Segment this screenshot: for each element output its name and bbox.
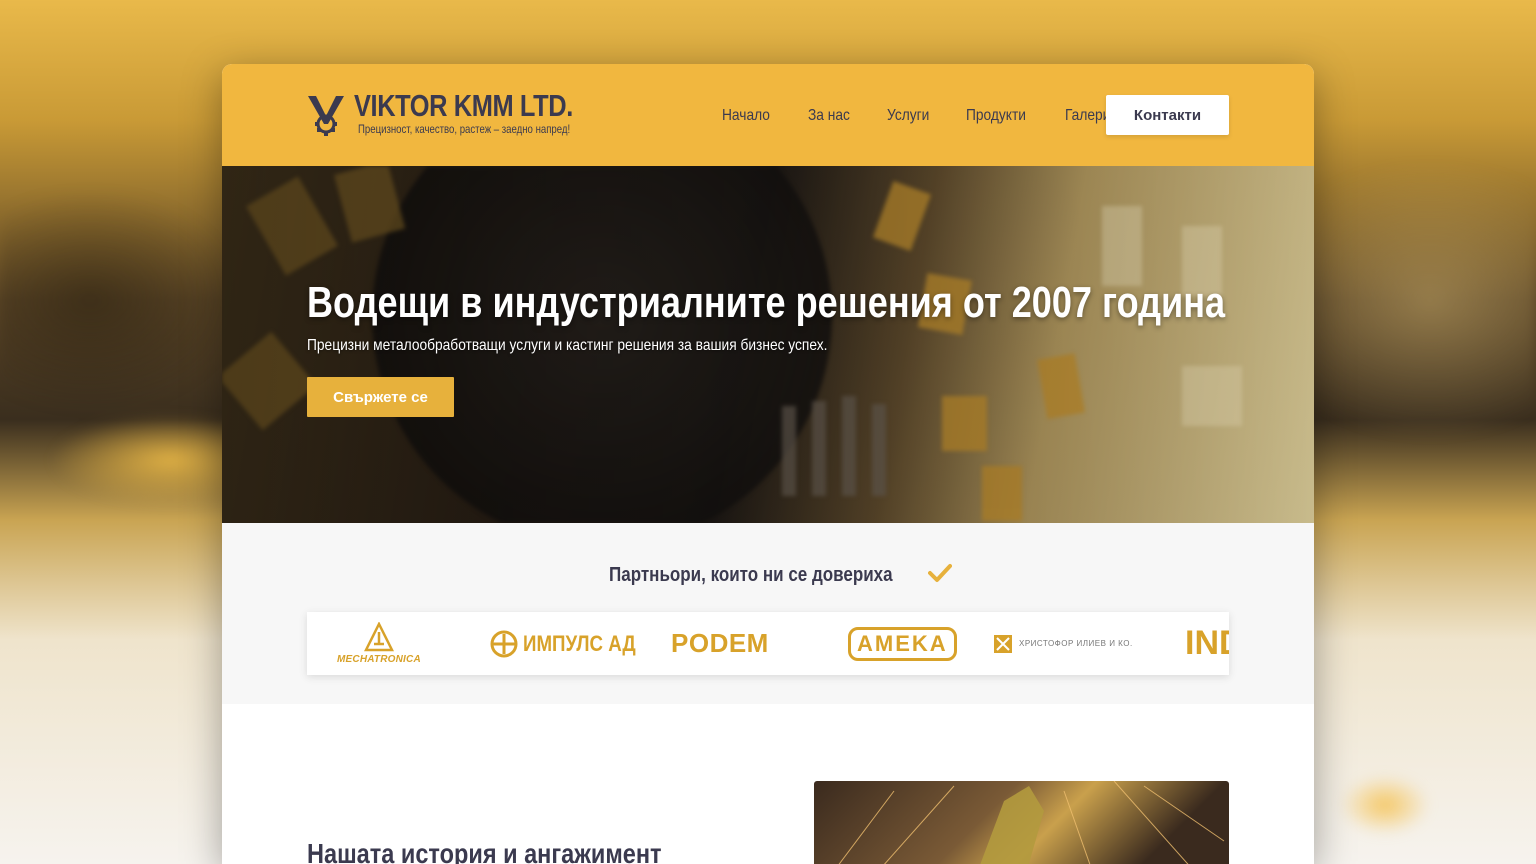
partner-logo-impuls[interactable]: ИМПУЛС АД: [489, 612, 656, 675]
hero-title: Водещи в индустриалните решения от 2007 …: [307, 278, 1226, 327]
brand-logo[interactable]: VIKTOR KMM LTD. Прецизност, качество, ра…: [306, 90, 623, 136]
partner-logo-mechatronica[interactable]: MECHATRONICA: [337, 612, 421, 675]
main-nav: Начало За нас Услуги Продукти Галерия: [722, 107, 1157, 125]
impuls-text: ИМПУЛС АД: [523, 630, 636, 656]
sparks-illustration: [838, 781, 1225, 864]
contact-us-button[interactable]: Свържете се: [307, 377, 454, 417]
contacts-button[interactable]: Контакти: [1106, 95, 1229, 135]
partner-logo-carousel[interactable]: MECHATRONICA ИМПУЛС АД PODEM AMEKA ХРИСТ…: [307, 612, 1229, 675]
ameka-text: AMEKA: [848, 626, 957, 661]
nav-products[interactable]: Продукти: [966, 107, 1026, 125]
partners-title: Партньори, които ни се довериха: [609, 564, 893, 586]
gear-logo-icon: [308, 96, 344, 136]
partner-logo-podem[interactable]: PODEM: [671, 612, 769, 675]
hristofor-emblem-icon: [994, 634, 1012, 653]
story-section: Нашата история и ангажимент: [222, 704, 1314, 864]
impuls-emblem-icon: [490, 630, 518, 657]
hero-subtitle: Прецизни металообработващи услуги и каст…: [307, 337, 828, 354]
brand-tagline: Прецизност, качество, растеж – заедно на…: [358, 122, 571, 136]
mechatronica-text: MECHATRONICA: [337, 654, 421, 665]
partner-logo-hristofor[interactable]: ХРИСТОФОР ИЛИЕВ И КО.: [993, 612, 1133, 675]
page-frame: VIKTOR KMM LTD. Прецизност, качество, ра…: [222, 64, 1314, 864]
brand-name: VIKTOR KMM LTD.: [354, 88, 573, 123]
partner-logo-ameka[interactable]: AMEKA: [848, 612, 957, 675]
hero-section: Водещи в индустриалните решения от 2007 …: [222, 166, 1314, 523]
nav-services[interactable]: Услуги: [887, 107, 929, 125]
hristofor-text: ХРИСТОФОР ИЛИЕВ И КО.: [1019, 639, 1133, 648]
site-header: VIKTOR KMM LTD. Прецизност, качество, ра…: [222, 64, 1314, 166]
mechatronica-emblem-icon: [363, 622, 394, 652]
story-sparks-image: [814, 781, 1229, 864]
nav-home[interactable]: Начало: [722, 107, 770, 125]
nav-about[interactable]: За нас: [808, 107, 850, 125]
partner-logo-ind[interactable]: IND: [1185, 612, 1229, 675]
check-icon: [927, 564, 952, 582]
story-title: Нашата история и ангажимент: [307, 838, 662, 864]
partners-heading: Партньори, които ни се довериха: [222, 563, 1314, 587]
partners-section: Партньори, които ни се довериха MECHATRO…: [222, 523, 1314, 704]
